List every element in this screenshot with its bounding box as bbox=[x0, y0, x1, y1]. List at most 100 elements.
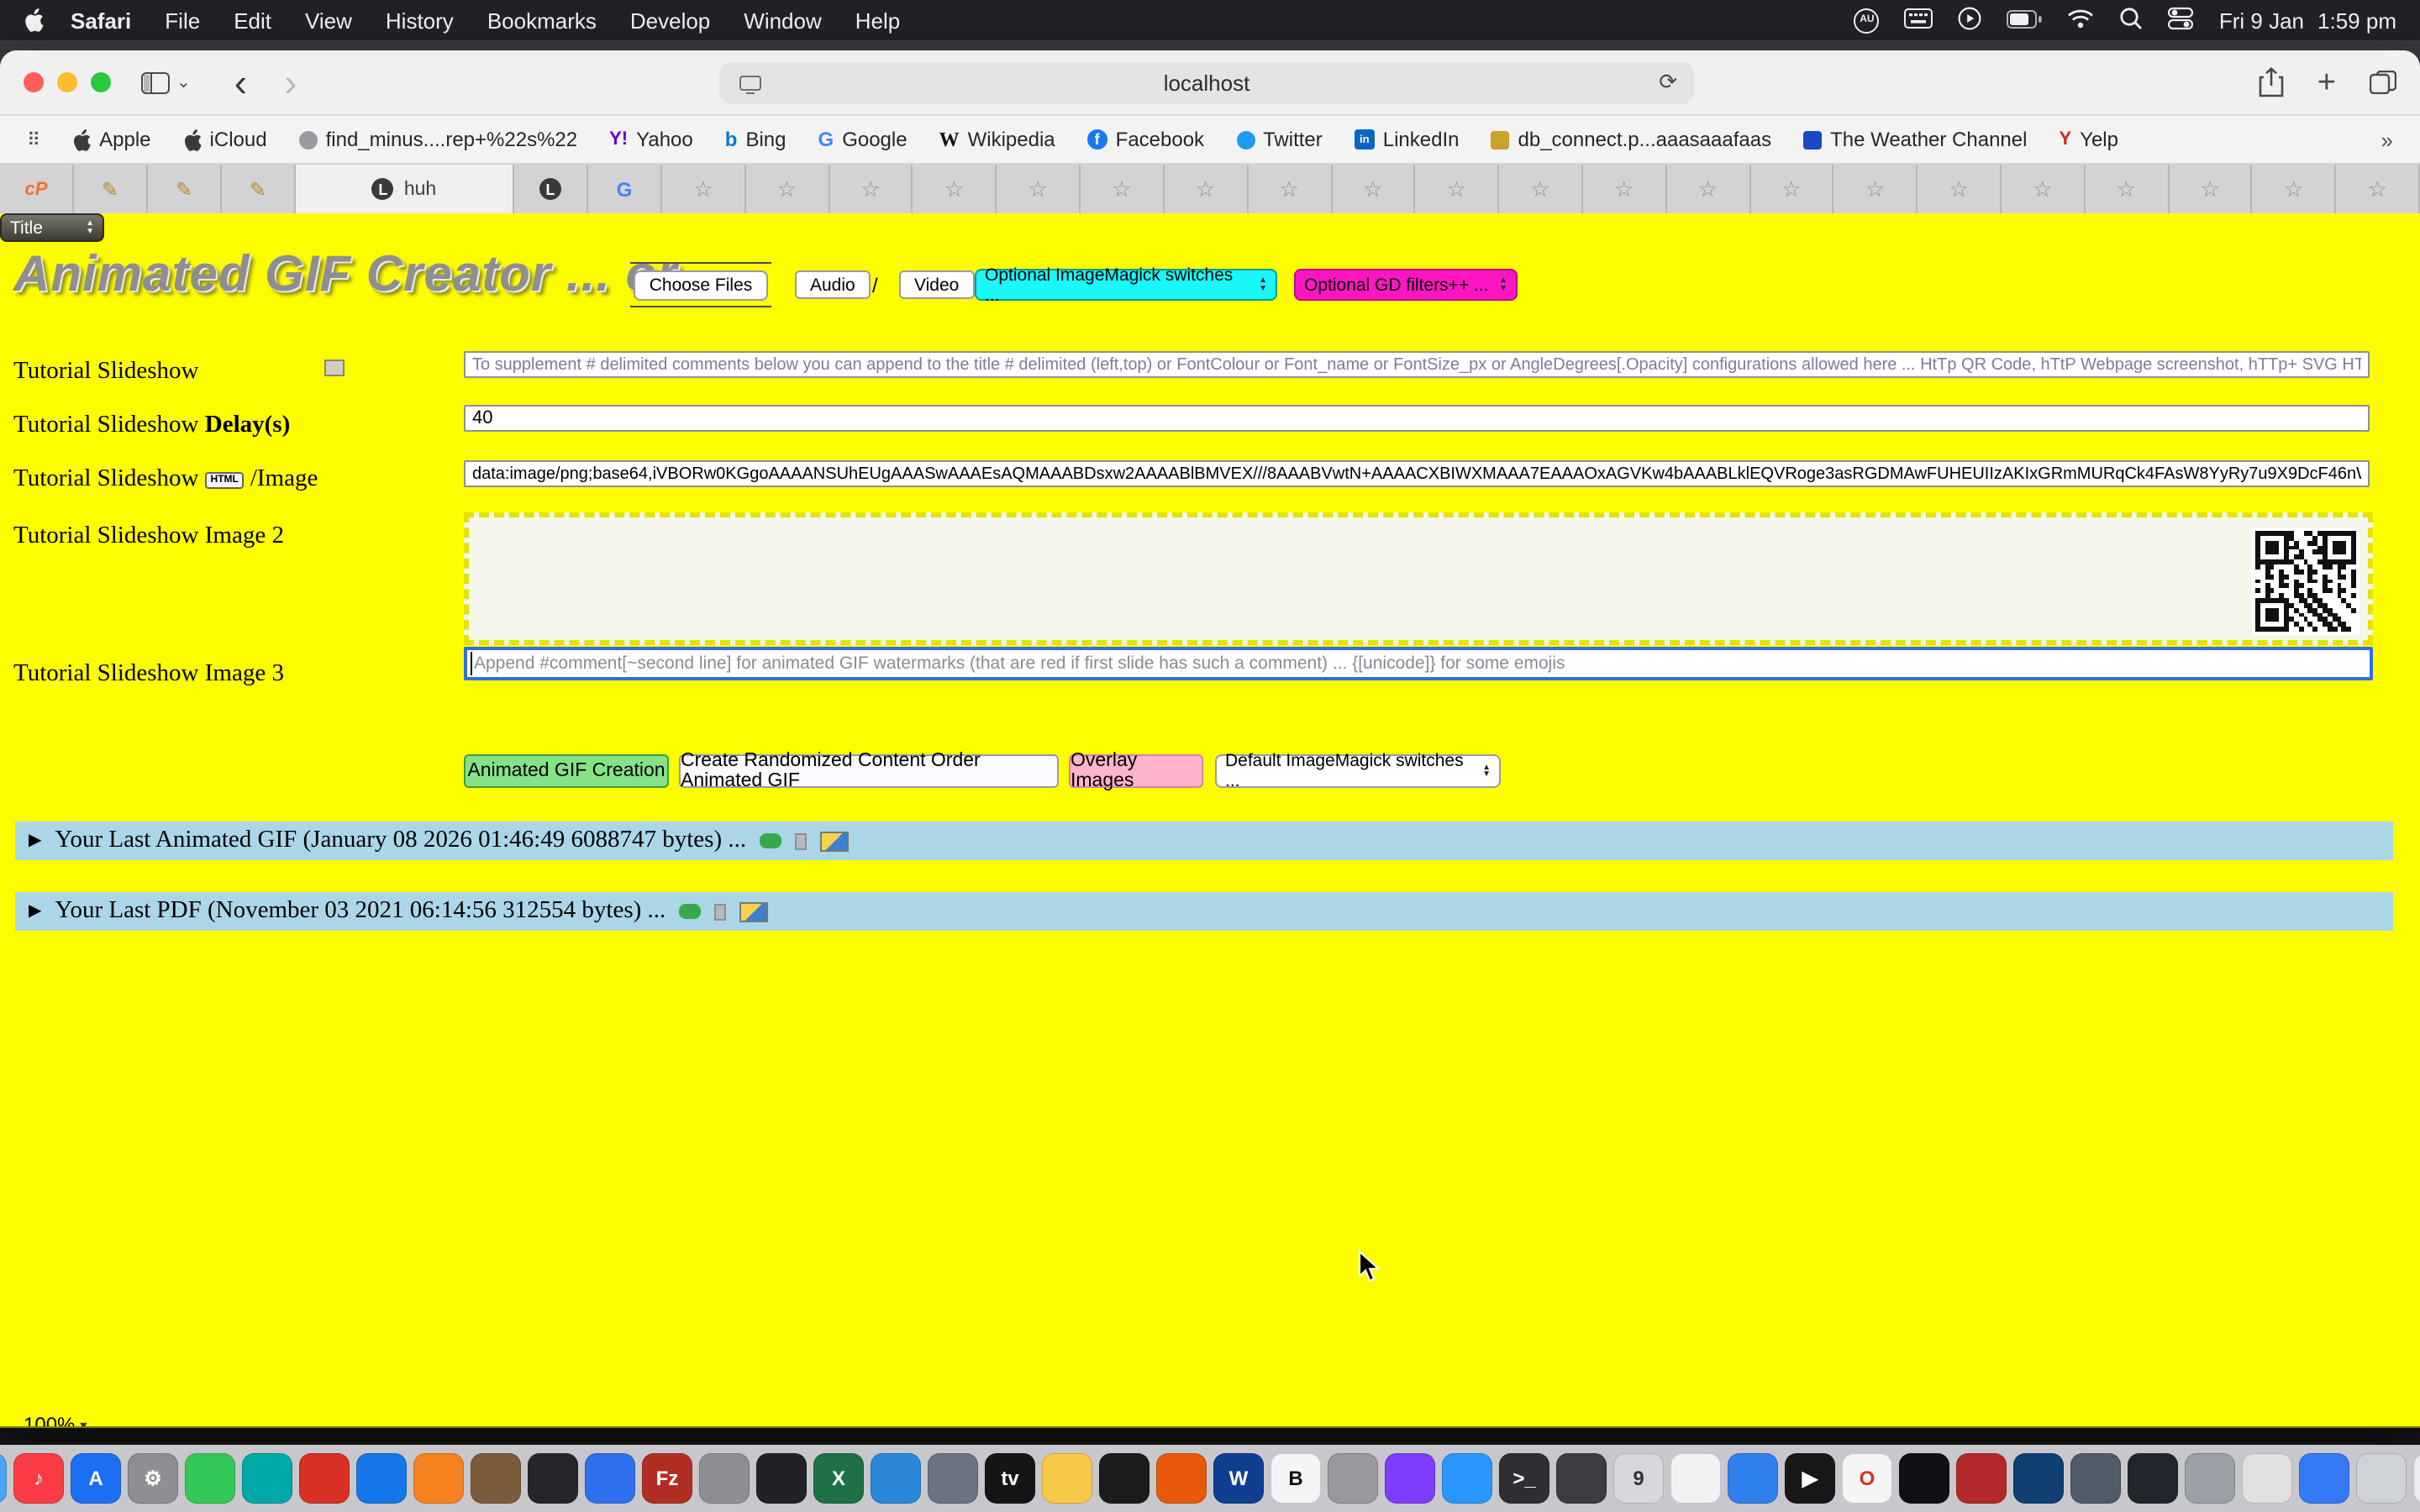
dock-icon[interactable] bbox=[1899, 1453, 1949, 1504]
randomized-gif-button[interactable]: Create Randomized Content Order Animated… bbox=[679, 754, 1059, 788]
apple-menu-icon[interactable] bbox=[24, 8, 44, 32]
tab-bookmark[interactable]: ☆ bbox=[1332, 165, 1416, 213]
green-chip-icon[interactable] bbox=[679, 904, 701, 919]
data-uri-input[interactable] bbox=[464, 460, 2370, 487]
default-imagemagick-select[interactable]: Default ImageMagick switches ... ▲▼ bbox=[1215, 754, 1501, 788]
dock-icon[interactable] bbox=[1556, 1453, 1607, 1504]
dock-icon[interactable]: B bbox=[1270, 1453, 1321, 1504]
video-button[interactable]: Video bbox=[899, 270, 974, 299]
dock-icon[interactable] bbox=[2413, 1453, 2420, 1504]
disclosure-triangle-icon[interactable]: ▶ bbox=[29, 902, 41, 921]
tab-bookmark[interactable]: ☆ bbox=[2169, 165, 2253, 213]
tab-bookmark[interactable]: ☆ bbox=[1248, 165, 1332, 213]
minimize-window-button[interactable] bbox=[57, 72, 77, 92]
dock-icon[interactable] bbox=[2013, 1453, 2064, 1504]
tab-bookmark[interactable]: ☆ bbox=[1667, 165, 1751, 213]
watermark-comment-input[interactable] bbox=[464, 647, 2373, 680]
dock-icon[interactable] bbox=[2128, 1453, 2178, 1504]
dock-icon[interactable]: ♪ bbox=[13, 1453, 64, 1504]
tab-bookmark[interactable]: ☆ bbox=[746, 165, 830, 213]
bookmark-item[interactable]: WWikipedia bbox=[939, 127, 1055, 152]
menu-item-help[interactable]: Help bbox=[839, 8, 918, 33]
bookmark-item[interactable]: fFacebook bbox=[1087, 128, 1204, 151]
overlay-images-button[interactable]: Overlay Images bbox=[1069, 754, 1203, 788]
menu-item-window[interactable]: Window bbox=[727, 8, 839, 33]
tab-bookmark[interactable]: ☆ bbox=[997, 165, 1081, 213]
title-config-input[interactable] bbox=[464, 351, 2370, 378]
bookmark-item[interactable]: find_minus....rep+%22s%22 bbox=[299, 128, 578, 151]
dock-icon[interactable] bbox=[413, 1453, 464, 1504]
dock-icon[interactable]: ⚙ bbox=[128, 1453, 178, 1504]
dock-icon[interactable] bbox=[699, 1453, 750, 1504]
bookmark-item[interactable]: The Weather Channel bbox=[1803, 128, 2027, 151]
dock-icon[interactable]: A bbox=[71, 1453, 121, 1504]
picture-chip-icon[interactable] bbox=[820, 831, 849, 851]
dock-icon[interactable]: W bbox=[1213, 1453, 1264, 1504]
file-input[interactable]: Choose Files bbox=[630, 262, 771, 307]
dock-icon[interactable] bbox=[242, 1453, 292, 1504]
wifi-icon[interactable] bbox=[2068, 8, 2095, 33]
green-chip-icon[interactable] bbox=[760, 833, 781, 848]
tab[interactable]: ✎ bbox=[148, 165, 222, 213]
forward-button[interactable]: › bbox=[284, 63, 297, 102]
delay-input[interactable] bbox=[464, 405, 2370, 432]
dock-icon[interactable] bbox=[1670, 1453, 1721, 1504]
tab-bookmark[interactable]: ☆ bbox=[2337, 165, 2420, 213]
back-button[interactable]: ‹ bbox=[234, 63, 247, 102]
tab-bookmark[interactable]: ☆ bbox=[2253, 165, 2337, 213]
tab-bookmark[interactable]: ☆ bbox=[1583, 165, 1667, 213]
zoom-indicator[interactable]: 100% ▾ bbox=[24, 1413, 87, 1428]
tab-bookmark[interactable]: ☆ bbox=[662, 165, 746, 213]
bookmark-item[interactable]: bBing bbox=[725, 128, 786, 151]
dock-icon[interactable] bbox=[2299, 1453, 2349, 1504]
menu-item-view[interactable]: View bbox=[288, 8, 369, 33]
tab-bookmark[interactable]: ☆ bbox=[1499, 165, 1583, 213]
menu-bar-clock[interactable]: Fri 9 Jan 1:59 pm bbox=[2219, 8, 2396, 33]
dock-icon[interactable] bbox=[2356, 1453, 2407, 1504]
tab[interactable]: ✎ bbox=[222, 165, 296, 213]
bookmarks-overflow-chevron-icon[interactable]: » bbox=[2381, 127, 2393, 152]
bookmark-item[interactable]: db_connect.p...aaasaaafaas bbox=[1491, 128, 1772, 151]
dock-icon[interactable]: ▶ bbox=[1785, 1453, 1835, 1504]
bookmark-item[interactable]: Twitter bbox=[1236, 128, 1323, 151]
menu-item-bookmarks[interactable]: Bookmarks bbox=[471, 8, 613, 33]
dock-icon[interactable]: Fz bbox=[642, 1453, 692, 1504]
tab-bookmark[interactable]: ☆ bbox=[2086, 165, 2170, 213]
dock-icon[interactable] bbox=[356, 1453, 407, 1504]
menu-item-edit[interactable]: Edit bbox=[217, 8, 288, 33]
control-center-icon[interactable] bbox=[2169, 6, 2194, 34]
dock-icon[interactable] bbox=[1728, 1453, 1778, 1504]
tab[interactable]: L bbox=[514, 165, 588, 213]
audio-button[interactable]: Audio bbox=[795, 270, 871, 299]
dock-icon[interactable] bbox=[2242, 1453, 2292, 1504]
bookmark-item[interactable]: iCloud bbox=[183, 128, 267, 151]
dock-icon[interactable] bbox=[1156, 1453, 1207, 1504]
tab-bookmark[interactable]: ☆ bbox=[1081, 165, 1165, 213]
bookmark-item[interactable]: inLinkedIn bbox=[1355, 128, 1460, 151]
bookmark-item[interactable]: Apple bbox=[72, 128, 150, 151]
image-preview-area[interactable] bbox=[464, 512, 2373, 645]
battery-icon[interactable] bbox=[2007, 8, 2043, 33]
refresh-icon[interactable]: ⟳ bbox=[1659, 69, 1677, 96]
dock-icon[interactable] bbox=[2185, 1453, 2235, 1504]
keyboard-icon[interactable] bbox=[1905, 8, 1933, 33]
zoom-window-button[interactable] bbox=[91, 72, 111, 92]
tab-active[interactable]: Lhuh bbox=[296, 165, 514, 213]
dock-icon[interactable] bbox=[0, 1453, 7, 1504]
address-bar[interactable]: localhost ⟳ bbox=[719, 62, 1694, 104]
dock-icon[interactable] bbox=[1385, 1453, 1435, 1504]
tab[interactable]: ✎ bbox=[74, 165, 148, 213]
dock-icon[interactable] bbox=[1328, 1453, 1378, 1504]
choose-files-button[interactable]: Choose Files bbox=[634, 270, 768, 300]
dock-icon[interactable] bbox=[1042, 1453, 1092, 1504]
tab-bookmark[interactable]: ☆ bbox=[1918, 165, 2002, 213]
last-pdf-bar[interactable]: ▶ Your Last PDF (November 03 2021 06:14:… bbox=[15, 892, 2393, 931]
dock-icon[interactable] bbox=[185, 1453, 235, 1504]
tab-bookmark[interactable]: ☆ bbox=[2002, 165, 2086, 213]
bookmark-item[interactable]: Y!Yahoo bbox=[609, 128, 693, 151]
dock-icon[interactable] bbox=[2070, 1453, 2121, 1504]
dock-icon[interactable]: tv bbox=[985, 1453, 1035, 1504]
color-well[interactable] bbox=[324, 360, 345, 376]
dock-icon[interactable] bbox=[471, 1453, 521, 1504]
last-animated-gif-bar[interactable]: ▶ Your Last Animated GIF (January 08 202… bbox=[15, 822, 2393, 860]
